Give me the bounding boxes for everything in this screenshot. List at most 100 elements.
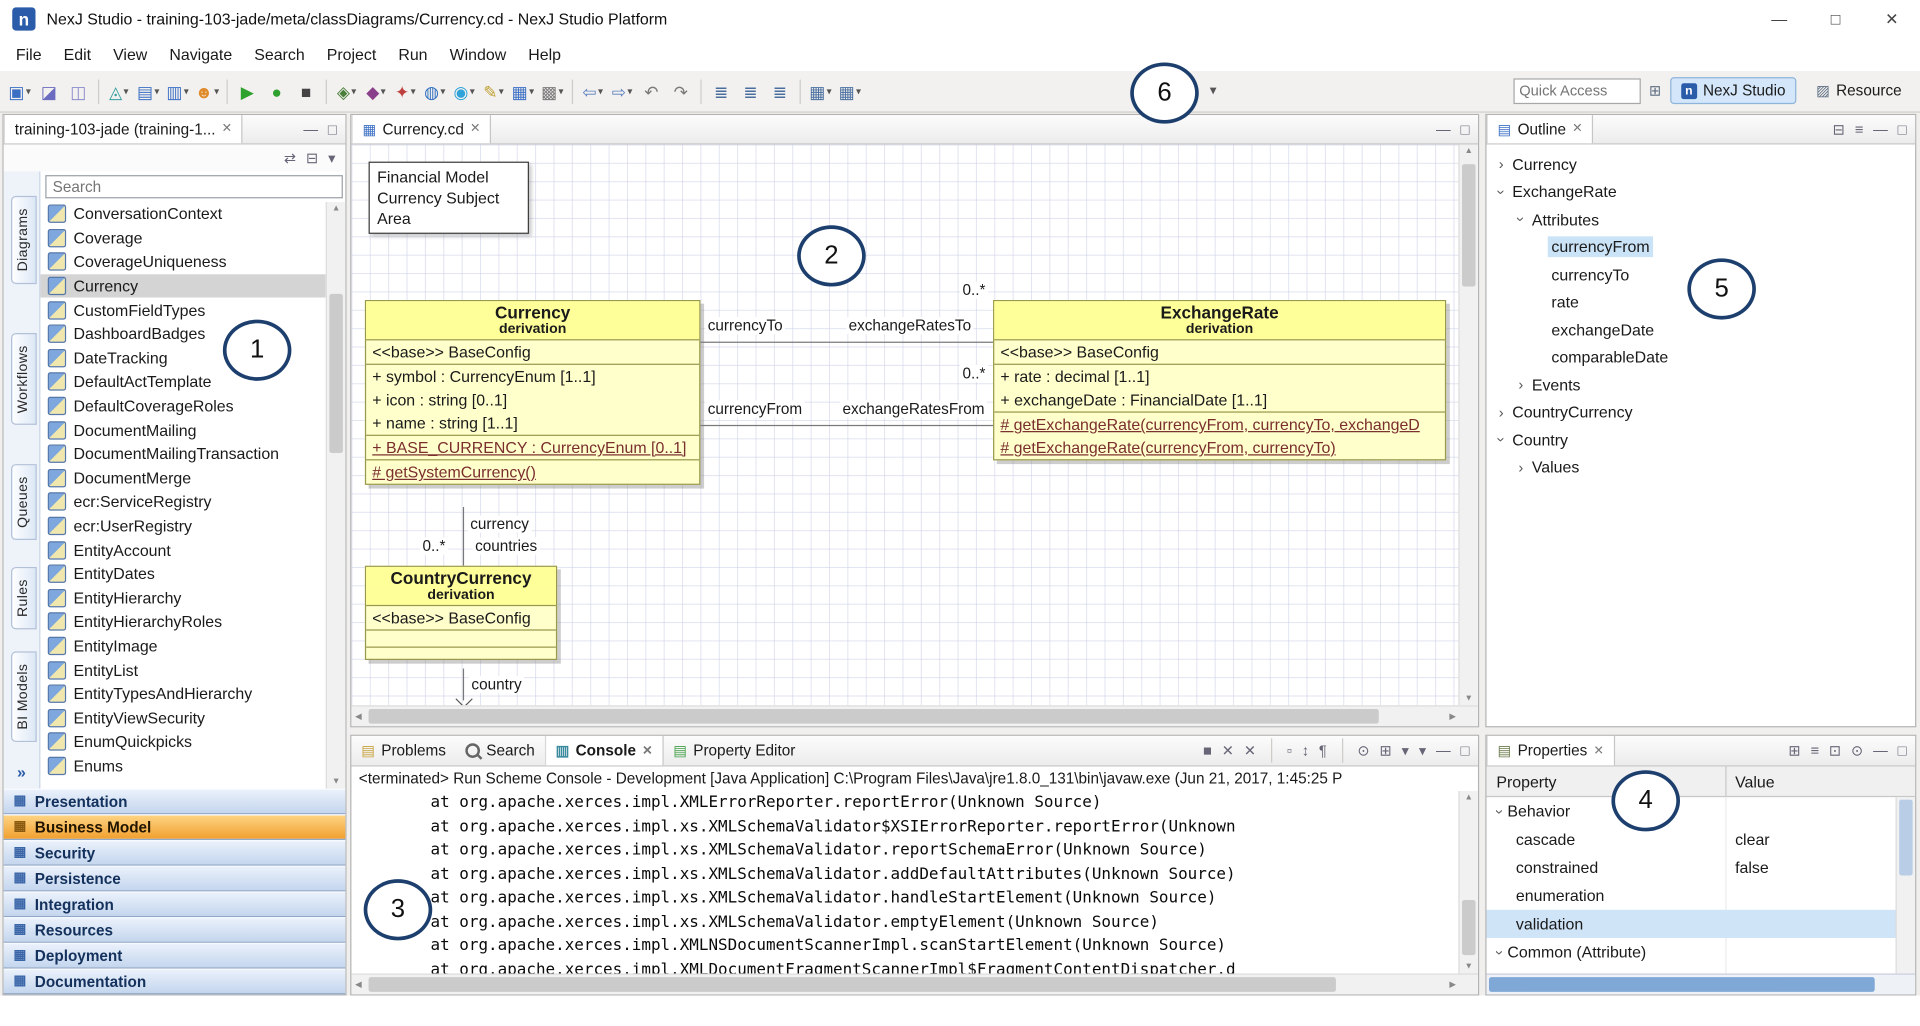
remove-all-launches-icon[interactable]: ✕ [1244, 743, 1256, 758]
uml-class-country-currency[interactable]: CountryCurrency derivation <<base>> Base… [365, 566, 557, 660]
scrollbar-thumb[interactable] [329, 294, 342, 453]
user-tool-button[interactable]: ☻▾ [193, 77, 220, 106]
minimize-view-icon[interactable]: — [1436, 743, 1451, 758]
association-line-exchange-to[interactable] [698, 342, 993, 343]
diagram-canvas[interactable]: Financial ModelCurrency SubjectArea curr… [351, 144, 1478, 705]
scrollbar-thumb[interactable] [369, 977, 1336, 992]
diagram-note[interactable]: Financial ModelCurrency SubjectArea [369, 162, 529, 234]
close-icon[interactable]: ✕ [470, 122, 480, 135]
uml-class-exchange-rate[interactable]: ExchangeRate derivation <<base>> BaseCon… [993, 300, 1446, 460]
scroll-down-icon[interactable]: ▼ [1460, 962, 1478, 971]
list-item-defaultcoverageroles[interactable]: DefaultCoverageRoles [40, 394, 325, 418]
association-line-country-currency[interactable] [463, 507, 464, 566]
outline-node-values[interactable]: ›Values [1487, 454, 1916, 482]
menu-window[interactable]: Window [439, 42, 518, 68]
grid-b-button[interactable]: ▦▾ [836, 77, 863, 106]
new-model-element-button[interactable]: ▣▾ [6, 77, 33, 106]
list-item-entityviewsecurity[interactable]: EntityViewSecurity [40, 706, 325, 730]
menu-view[interactable]: View [102, 42, 158, 68]
scrollbar-thumb[interactable] [1899, 800, 1912, 876]
scrollbar-thumb[interactable] [369, 709, 1379, 724]
menu-run[interactable]: Run [387, 42, 438, 68]
scheme-console-button[interactable]: ◉▾ [451, 77, 478, 106]
pin-console-icon[interactable]: ⊙ [1357, 743, 1369, 758]
list-item-entityaccount[interactable]: EntityAccount [40, 538, 325, 562]
window-close-button[interactable]: ✕ [1864, 0, 1920, 38]
collapse-all-icon[interactable]: ⊟ [306, 151, 318, 166]
annotate-button[interactable]: ✎▾ [480, 77, 507, 106]
layer-resources[interactable]: ▦Resources [4, 917, 346, 943]
property-row-validation[interactable]: validation [1487, 910, 1916, 938]
outline-node-country[interactable]: ›Country [1487, 426, 1916, 454]
outline-tab[interactable]: ▤ Outline ✕ [1487, 115, 1594, 143]
expand-arrow-icon[interactable]: › [1493, 433, 1510, 448]
pin-icon[interactable]: ⊙ [1851, 743, 1863, 758]
word-wrap-icon[interactable]: ¶ [1319, 743, 1327, 758]
tab-problems[interactable]: ▤Problems [351, 736, 455, 765]
metadata-wizard-button[interactable]: ▤▾ [135, 77, 162, 106]
scrollbar-thumb[interactable] [1489, 977, 1875, 992]
expand-arrow-icon[interactable]: › [1491, 804, 1508, 819]
expand-arrow-icon[interactable]: › [1513, 459, 1528, 476]
console-horizontal-scrollbar[interactable]: ◀ ▶ [351, 973, 1478, 994]
remove-launch-icon[interactable]: ✕ [1222, 743, 1234, 758]
outline-node-events[interactable]: ›Events [1487, 371, 1916, 399]
layer-security[interactable]: ▦Security [4, 840, 346, 866]
restore-defaults-icon[interactable]: ⊡ [1829, 743, 1841, 758]
uml-class-currency[interactable]: Currency derivation <<base>> BaseConfig … [365, 300, 701, 485]
properties-vertical-scrollbar[interactable] [1896, 797, 1916, 973]
close-icon[interactable]: ✕ [1572, 122, 1582, 135]
outline-node-attributes[interactable]: ›Attributes [1487, 206, 1916, 234]
search-input[interactable] [45, 175, 343, 198]
minimize-view-icon[interactable]: — [1873, 122, 1888, 137]
run-button[interactable]: ▶ [234, 77, 261, 106]
model-library-button[interactable]: ◬▾ [105, 77, 132, 106]
link-with-editor-icon[interactable]: ⇄ [284, 151, 296, 166]
outline-node-countrycurrency[interactable]: ›CountryCurrency [1487, 399, 1916, 427]
scroll-down-icon[interactable]: ▼ [1460, 694, 1478, 703]
window-maximize-button[interactable]: □ [1807, 0, 1863, 38]
menu-help[interactable]: Help [517, 42, 572, 68]
scrollbar-thumb[interactable] [1462, 900, 1475, 955]
list-item-ecr-serviceregistry[interactable]: ecr:ServiceRegistry [40, 490, 325, 514]
property-row-cascade[interactable]: cascadeclear [1487, 825, 1916, 853]
window-layout-button[interactable]: ▩▾ [539, 77, 566, 106]
list-item-entitytypesandhierarchy[interactable]: EntityTypesAndHierarchy [40, 682, 325, 706]
list-item-coverageuniqueness[interactable]: CoverageUniqueness [40, 250, 325, 274]
layer-integration[interactable]: ▦Integration [4, 891, 346, 917]
property-row-constrained[interactable]: constrainedfalse [1487, 853, 1916, 881]
clear-console-icon[interactable]: ▫ [1287, 743, 1292, 758]
layer-documentation[interactable]: ▦Documentation [4, 969, 346, 995]
open-perspective-icon[interactable]: ⊞ [1649, 83, 1661, 98]
scroll-lock-icon[interactable]: ↕ [1302, 743, 1309, 758]
debug-config-button[interactable]: ◈▾ [333, 77, 360, 106]
side-tab-bi-models[interactable]: BI Models [10, 652, 36, 742]
minimize-view-icon[interactable]: — [1873, 743, 1888, 758]
toolbar-overflow-button[interactable]: ▾ [1210, 82, 1217, 98]
perspective-nexj-studio[interactable]: n NexJ Studio [1670, 77, 1797, 104]
close-icon[interactable]: ✕ [222, 122, 232, 135]
perspective-resource[interactable]: ▨ Resource [1805, 77, 1913, 104]
hierarchy-b-button[interactable]: ≣ [737, 77, 764, 106]
scroll-up-icon[interactable]: ▲ [327, 204, 345, 213]
list-item-documentmerge[interactable]: DocumentMerge [40, 466, 325, 490]
association-line-exchange-from[interactable] [698, 425, 993, 426]
list-item-documentmailingtransaction[interactable]: DocumentMailingTransaction [40, 442, 325, 466]
close-icon[interactable]: ✕ [1593, 744, 1603, 757]
scroll-up-icon[interactable]: ▲ [1460, 793, 1478, 802]
window-minimize-button[interactable]: — [1751, 0, 1807, 38]
hierarchy-c-button[interactable]: ≣ [767, 77, 794, 106]
redo-button[interactable]: ↷ [667, 77, 694, 106]
properties-horizontal-scrollbar[interactable] [1487, 973, 1916, 994]
outline-node-currency[interactable]: ›Currency [1487, 151, 1916, 179]
scroll-left-icon[interactable]: ◀ [355, 975, 362, 995]
scrollbar-thumb[interactable] [1462, 164, 1475, 286]
view-menu-icon[interactable]: ▾ [328, 151, 335, 166]
grid-a-button[interactable]: ▦▾ [807, 77, 834, 106]
column-divider[interactable] [1725, 767, 1726, 796]
web-browser-button[interactable]: ◍▾ [421, 77, 448, 106]
expand-arrow-icon[interactable]: › [1513, 376, 1528, 393]
list-item-entityhierarchyroles[interactable]: EntityHierarchyRoles [40, 610, 325, 634]
maximize-view-icon[interactable]: □ [328, 122, 337, 137]
undo-button[interactable]: ↶ [638, 77, 665, 106]
